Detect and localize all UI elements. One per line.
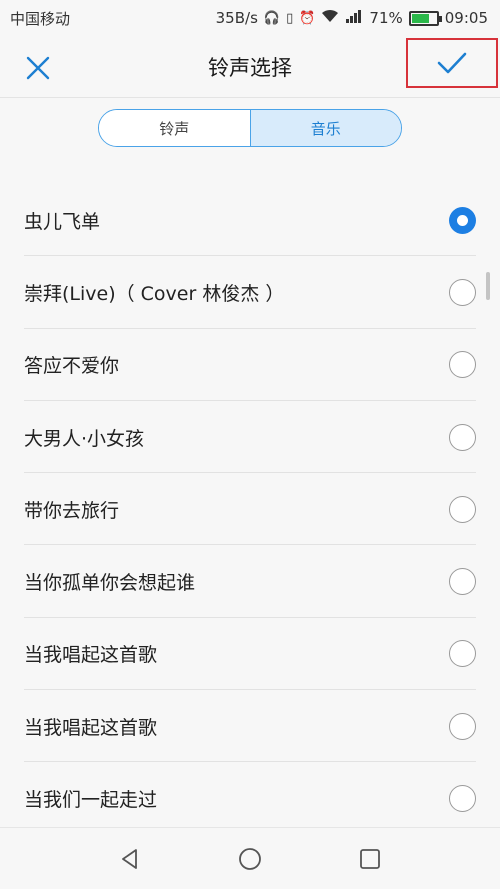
list-item[interactable]: 当我唱起这首歌	[0, 618, 500, 691]
close-button[interactable]	[20, 50, 56, 86]
radio-button[interactable]	[449, 568, 476, 596]
home-circle-icon	[239, 847, 261, 870]
title-bar: 铃声选择	[0, 36, 500, 98]
recents-button[interactable]	[350, 839, 390, 879]
song-title: 当我们一起走过	[24, 789, 158, 812]
song-title: 当我唱起这首歌	[24, 644, 158, 667]
radio-button[interactable]	[449, 712, 476, 740]
source-tabs: 铃声 音乐	[98, 109, 402, 147]
song-title: 大男人·小女孩	[24, 427, 145, 450]
carrier-label: 中国移动	[10, 9, 71, 28]
status-bar: 中国移动 35B/s 🎧 ▯ ⏰ 71% 09:05	[0, 0, 500, 36]
recents-square-icon	[360, 848, 380, 869]
list-item[interactable]: 大男人·小女孩	[0, 401, 500, 474]
confirm-button[interactable]	[406, 38, 498, 88]
battery-percent: 71%	[369, 9, 403, 27]
battery-icon	[408, 10, 442, 26]
scrollbar-thumb[interactable]	[486, 272, 490, 300]
signal-icon	[345, 9, 363, 27]
vibrate-icon: ▯	[286, 10, 294, 26]
radio-button[interactable]	[449, 278, 476, 306]
wifi-icon	[321, 9, 339, 27]
list-item[interactable]: 虫儿飞单	[0, 184, 500, 257]
list-item[interactable]: 当我唱起这首歌	[0, 690, 500, 763]
system-nav-bar	[0, 827, 500, 889]
battery-fill	[411, 13, 429, 23]
radio-button[interactable]	[449, 423, 476, 451]
radio-button[interactable]	[449, 785, 476, 813]
back-triangle-icon	[122, 848, 137, 869]
radio-button[interactable]	[449, 495, 476, 523]
back-button[interactable]	[110, 839, 150, 879]
song-title: 崇拜(Live)（ Cover 林俊杰 ）	[24, 282, 285, 305]
net-speed: 35B/s	[215, 9, 258, 27]
close-icon	[26, 56, 50, 80]
list-item[interactable]: 崇拜(Live)（ Cover 林俊杰 ）	[0, 256, 500, 329]
clock: 09:05	[444, 9, 488, 27]
alarm-icon: ⏰	[299, 10, 316, 26]
status-indicators: 35B/s 🎧 ▯ ⏰ 71% 09:05	[216, 9, 488, 27]
song-title: 带你去旅行	[24, 499, 120, 522]
list-item[interactable]: 当我们一起走过	[0, 762, 500, 834]
song-title: 当你孤单你会想起谁	[24, 572, 196, 595]
song-list: 虫儿飞单 崇拜(Live)（ Cover 林俊杰 ） 答应不爱你 大男人·小女孩…	[0, 184, 500, 835]
song-title: 答应不爱你	[24, 355, 120, 378]
headphone-icon: 🎧	[263, 10, 281, 26]
radio-button[interactable]	[449, 640, 476, 668]
list-item[interactable]: 当你孤单你会想起谁	[0, 545, 500, 619]
song-title: 虫儿飞单	[24, 210, 101, 233]
check-icon	[437, 52, 467, 74]
list-item[interactable]: 答应不爱你	[0, 329, 500, 402]
tab-music[interactable]: 音乐	[249, 110, 401, 146]
tab-ringtone[interactable]: 铃声	[99, 110, 250, 146]
radio-button[interactable]	[449, 351, 476, 379]
radio-selected[interactable]	[449, 206, 476, 234]
home-button[interactable]	[230, 839, 270, 879]
song-title: 当我唱起这首歌	[24, 716, 158, 739]
page-title: 铃声选择	[208, 55, 292, 80]
list-item[interactable]: 带你去旅行	[0, 473, 500, 546]
